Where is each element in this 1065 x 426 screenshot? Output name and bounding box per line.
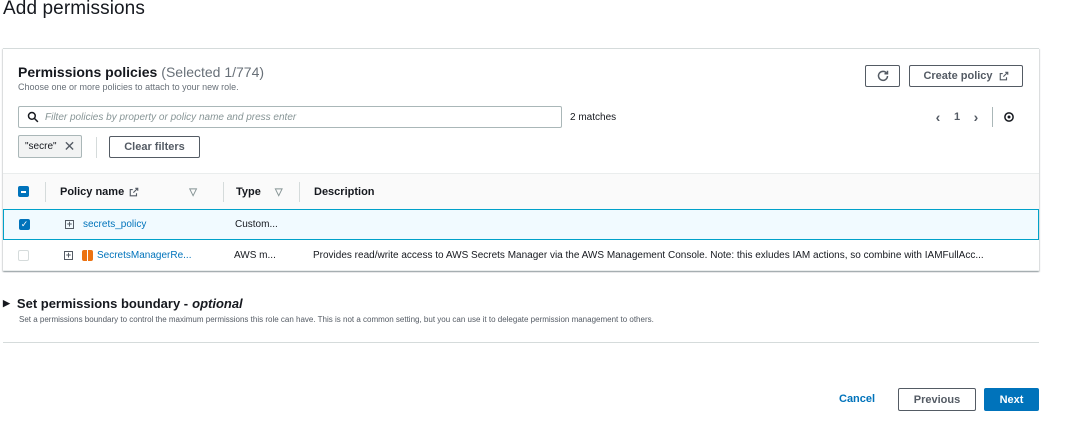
expand-icon[interactable]: + [65, 220, 74, 229]
table-row[interactable]: + SecretsManagerRe... AWS m... Provides … [3, 241, 1039, 271]
refresh-button[interactable] [865, 65, 900, 87]
pager-divider [992, 107, 993, 127]
section-divider [3, 342, 1039, 343]
description-cell: Provides read/write access to AWS Secret… [313, 250, 984, 261]
column-divider [45, 182, 46, 202]
panel-description: Choose one or more policies to attach to… [18, 82, 239, 92]
column-type[interactable]: Type ▽ [236, 174, 283, 210]
permissions-policies-panel: Permissions policies (Selected 1/774) Cho… [3, 48, 1039, 271]
sort-icon[interactable]: ▽ [275, 187, 283, 198]
external-link-icon [129, 187, 139, 197]
filter-token: "secre" ✕ [18, 135, 83, 158]
policy-search [18, 106, 562, 128]
sort-icon[interactable]: ▽ [189, 187, 197, 198]
policy-link[interactable]: secrets_policy [83, 219, 146, 230]
chevron-left-icon[interactable]: ‹ [928, 109, 948, 125]
row-checkbox[interactable] [18, 250, 29, 261]
panel-title-text: Permissions policies [18, 64, 158, 80]
row-checkbox[interactable]: ✓ [19, 219, 30, 230]
expand-icon[interactable]: + [64, 251, 73, 260]
gear-icon[interactable] [1003, 111, 1015, 123]
next-button[interactable]: Next [984, 388, 1039, 411]
create-policy-label: Create policy [923, 70, 993, 82]
selected-count: (Selected 1/774) [161, 64, 265, 80]
policy-name-cell: + secrets_policy [65, 210, 146, 239]
close-icon[interactable]: ✕ [64, 138, 76, 155]
column-policy-name-label: Policy name [60, 186, 125, 198]
policy-name-cell: + SecretsManagerRe... [64, 241, 192, 270]
column-divider [299, 182, 300, 202]
caret-right-icon[interactable]: ▶ [3, 298, 10, 309]
filter-token-text: "secre" [25, 141, 57, 152]
boundary-description: Set a permissions boundary to control th… [19, 315, 654, 324]
cancel-button[interactable]: Cancel [839, 393, 875, 405]
column-divider [223, 182, 224, 202]
search-input[interactable] [45, 109, 555, 125]
external-link-icon [999, 71, 1008, 81]
filter-divider [96, 137, 97, 158]
previous-button[interactable]: Previous [898, 388, 976, 411]
table-row[interactable]: ✓ + secrets_policy Custom... [3, 209, 1039, 240]
page-title: Add permissions [3, 0, 145, 19]
column-policy-name[interactable]: Policy name ▽ [60, 174, 197, 210]
search-icon [27, 111, 39, 123]
policy-link[interactable]: SecretsManagerRe... [97, 250, 192, 261]
matches-count: 2 matches [570, 112, 617, 123]
column-description-label: Description [314, 186, 375, 198]
select-all-checkbox[interactable] [18, 186, 29, 197]
current-page[interactable]: 1 [948, 111, 966, 123]
create-policy-button[interactable]: Create policy [909, 65, 1023, 87]
column-description: Description [314, 174, 375, 210]
type-cell: AWS m... [234, 250, 276, 261]
pagination: ‹ 1 › [928, 107, 1015, 127]
boundary-toggle[interactable]: ▶ Set permissions boundary - optional [3, 296, 654, 311]
clear-filters-button[interactable]: Clear filters [109, 136, 200, 158]
refresh-icon [877, 70, 888, 82]
table-header: Policy name ▽ Type ▽ Description [3, 173, 1039, 211]
type-cell: Custom... [235, 219, 278, 230]
boundary-title: Set permissions boundary - [16, 296, 189, 311]
column-type-label: Type [236, 186, 261, 198]
panel-title: Permissions policies (Selected 1/774) [18, 64, 264, 80]
boundary-optional: optional [192, 296, 243, 311]
chevron-right-icon[interactable]: › [966, 109, 986, 125]
aws-managed-icon [82, 250, 93, 261]
permissions-boundary-section: ▶ Set permissions boundary - optional Se… [3, 296, 654, 324]
